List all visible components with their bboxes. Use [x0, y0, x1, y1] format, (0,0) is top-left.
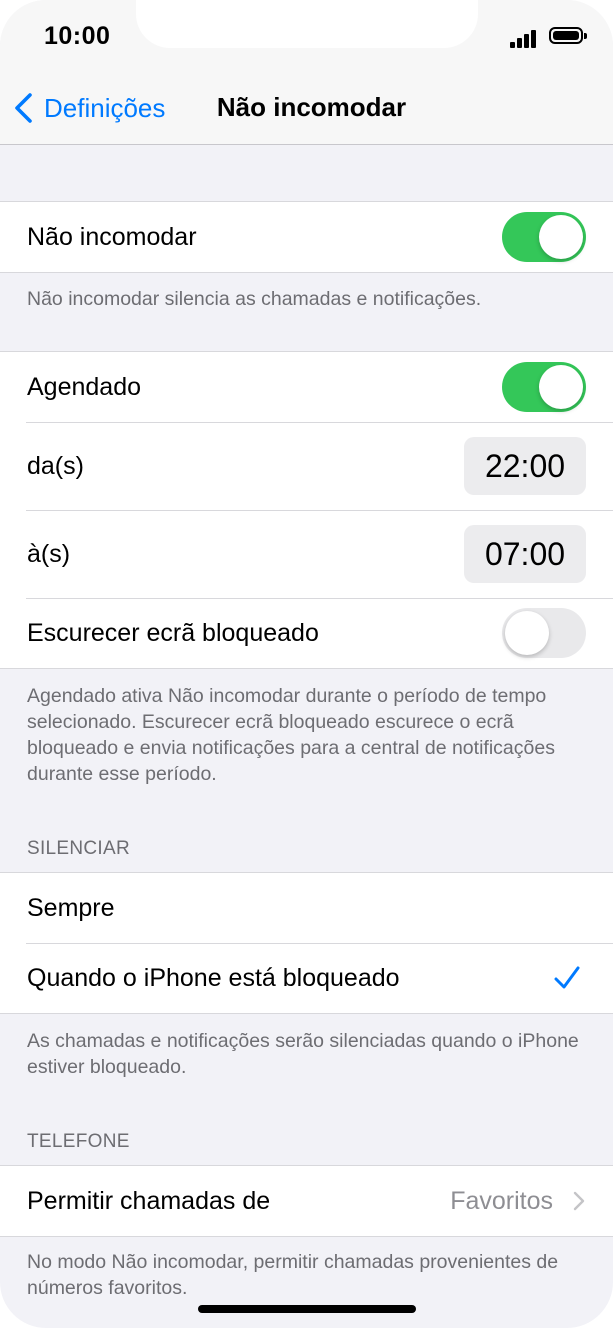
- status-bar: 10:00: [0, 0, 613, 72]
- dim-lock-screen-label: Escurecer ecrã bloqueado: [27, 618, 319, 647]
- dnd-group: Não incomodar: [0, 201, 613, 273]
- status-time: 10:00: [44, 22, 111, 50]
- scheduled-row: Agendado: [0, 352, 613, 422]
- toggle-knob: [539, 365, 583, 409]
- toggle-knob: [505, 611, 549, 655]
- page-title: Não incomodar: [216, 92, 407, 122]
- schedule-group: Agendado da(s) 22:00 à(s) 07:00 Escurece…: [0, 351, 613, 669]
- silence-always-row[interactable]: Sempre: [0, 873, 613, 943]
- toggle-knob: [539, 215, 583, 259]
- dnd-row: Não incomodar: [0, 202, 613, 272]
- allow-calls-label: Permitir chamadas de: [27, 1186, 271, 1215]
- phone-footer: No modo Não incomodar, permitir chamadas…: [27, 1251, 559, 1299]
- chevron-right-icon: [573, 1191, 585, 1211]
- from-label: da(s): [27, 451, 84, 480]
- home-indicator[interactable]: [198, 1305, 416, 1313]
- navigation-bar: Definições Não incomodar: [0, 72, 613, 145]
- settings-screen: 10:00 Definições Não incomodar Não incom…: [0, 0, 613, 1328]
- dim-lock-screen-row: Escurecer ecrã bloqueado: [0, 598, 613, 668]
- to-time-picker[interactable]: 07:00: [464, 525, 586, 583]
- battery-icon: [549, 27, 587, 44]
- schedule-footer: Agendado ativa Não incomodar durante o p…: [27, 685, 555, 785]
- checkmark-icon: [554, 966, 580, 989]
- cellular-signal-icon: [510, 30, 542, 48]
- silence-always-label: Sempre: [27, 893, 115, 922]
- allow-calls-value: Favoritos: [450, 1186, 553, 1215]
- silence-when-locked-label: Quando o iPhone está bloqueado: [27, 963, 400, 992]
- phone-group: Permitir chamadas de Favoritos: [0, 1165, 613, 1237]
- dnd-label: Não incomodar: [27, 222, 197, 251]
- phone-section-header: TELEFONE: [27, 1131, 130, 1152]
- dim-lock-screen-toggle[interactable]: [502, 608, 586, 658]
- silence-group: Sempre Quando o iPhone está bloqueado: [0, 872, 613, 1014]
- to-label: à(s): [27, 539, 71, 568]
- notch: [136, 0, 478, 48]
- from-time-picker[interactable]: 22:00: [464, 437, 586, 495]
- scheduled-toggle[interactable]: [502, 362, 586, 412]
- from-time-row: da(s) 22:00: [0, 422, 613, 510]
- scheduled-label: Agendado: [27, 372, 142, 401]
- silence-section-header: SILENCIAR: [27, 838, 131, 859]
- dnd-toggle[interactable]: [502, 212, 586, 262]
- silence-when-locked-row[interactable]: Quando o iPhone está bloqueado: [0, 943, 613, 1013]
- dnd-footer: Não incomodar silencia as chamadas e not…: [27, 288, 482, 310]
- to-time-row: à(s) 07:00: [0, 510, 613, 598]
- allow-calls-row[interactable]: Permitir chamadas de Favoritos: [0, 1166, 613, 1236]
- silence-footer: As chamadas e notificações serão silenci…: [27, 1030, 579, 1078]
